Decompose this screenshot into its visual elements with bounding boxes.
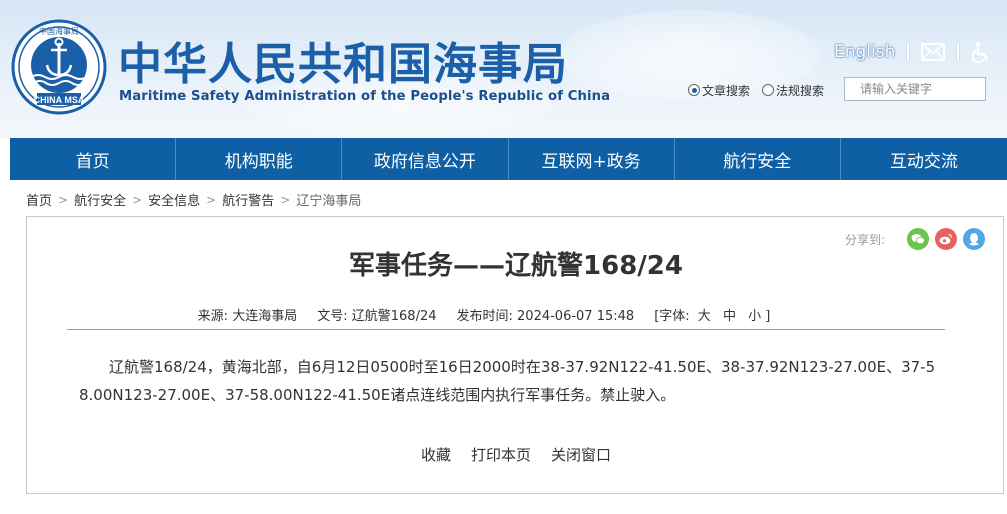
breadcrumb-current[interactable]: 辽宁海事局	[296, 190, 361, 209]
title-divider	[67, 329, 945, 330]
font-size-large[interactable]: 大	[698, 309, 711, 324]
article-meta: 来源: 大连海事局 文号: 辽航警168/24 发布时间: 2024-06-07…	[27, 305, 945, 324]
site-title-cn: 中华人民共和国海事局	[118, 39, 568, 90]
china-msa-logo[interactable]: CHINA MSA 中国海事局	[11, 19, 107, 115]
doc-no-label: 文号:	[317, 309, 348, 324]
meta-doc-no: 文号: 辽航警168/24	[317, 305, 436, 324]
radio-label: 文章搜索	[702, 83, 751, 98]
font-size-medium[interactable]: 中	[723, 309, 736, 324]
doc-no-value: 辽航警168/24	[351, 309, 437, 324]
chevron-right-icon: >	[132, 192, 143, 207]
source-label: 来源:	[197, 309, 229, 324]
article-actions: 收藏 打印本页 关闭窗口	[27, 444, 1005, 465]
font-size-small[interactable]: 小 ]	[748, 309, 770, 324]
radio-dot	[688, 84, 700, 96]
logo-ring-text: 中国海事局	[39, 26, 79, 36]
nav-item-gov-info[interactable]: 政府信息公开	[342, 138, 509, 180]
source-value: 大连海事局	[232, 309, 298, 324]
article-panel: 分享到: 军事任务——辽航警168/24 来源: 大连海事局 文号: 辽航警16…	[26, 216, 1004, 494]
radio-law-search[interactable]: 法规搜索	[762, 82, 824, 99]
nav-item-functions[interactable]: 机构职能	[176, 138, 343, 180]
nav-item-home[interactable]: 首页	[10, 138, 177, 180]
breadcrumb-item[interactable]: 安全信息	[148, 190, 200, 209]
meta-source: 来源: 大连海事局	[198, 305, 298, 324]
logo-bottom-text: CHINA MSA	[34, 95, 85, 105]
breadcrumb: 首页 > 航行安全 > 安全信息 > 航行警告 > 辽宁海事局	[26, 190, 361, 210]
radio-article-search[interactable]: 文章搜索	[688, 82, 750, 99]
accessibility-icon[interactable]	[971, 41, 991, 63]
nav-item-interaction[interactable]: 互动交流	[841, 138, 1007, 180]
font-size-control: [字体: 大 中 小 ]	[654, 305, 774, 324]
mail-icon[interactable]	[921, 43, 946, 61]
nav-item-internet-gov[interactable]: 互联网+政务	[509, 138, 675, 180]
close-window-button[interactable]: 关闭窗口	[551, 444, 611, 465]
favorite-button[interactable]: 收藏	[421, 444, 451, 465]
search-options: 文章搜索 法规搜索	[688, 79, 836, 101]
article-title: 军事任务——辽航警168/24	[349, 251, 683, 281]
breadcrumb-item[interactable]: 首页	[26, 190, 52, 209]
site-title-en: Maritime Safety Administration of the Pe…	[119, 89, 611, 104]
divider	[957, 43, 960, 61]
font-label: [字体:	[654, 309, 690, 324]
search-input[interactable]: 请输入关键字	[844, 77, 986, 101]
breadcrumb-item[interactable]: 航行安全	[74, 190, 126, 209]
chevron-right-icon: >	[206, 192, 217, 207]
article-body: 辽航警168/24，黄海北部，自6月12日0500时至16日2000时在38-3…	[79, 358, 936, 404]
chevron-right-icon: >	[280, 192, 291, 207]
nav-item-navigation-safety[interactable]: 航行安全	[675, 138, 841, 180]
top-links: English	[834, 40, 991, 64]
breadcrumb-item[interactable]: 航行警告	[222, 190, 274, 209]
chevron-right-icon: >	[58, 192, 69, 207]
site-header: CHINA MSA 中国海事局 中华人民共和国海事局 Maritime Safe…	[0, 0, 1007, 138]
meta-date: 发布时间: 2024-06-07 15:48	[457, 305, 635, 324]
radio-label: 法规搜索	[776, 83, 825, 98]
date-value: 2024-06-07 15:48	[517, 309, 635, 324]
radio-dot	[762, 84, 775, 96]
divider	[907, 43, 910, 61]
print-button[interactable]: 打印本页	[471, 444, 531, 465]
date-label: 发布时间:	[456, 309, 513, 324]
main-nav: 首页 机构职能 政府信息公开 互联网+政务 航行安全 互动交流	[10, 138, 1007, 180]
english-link[interactable]: English	[834, 42, 895, 62]
